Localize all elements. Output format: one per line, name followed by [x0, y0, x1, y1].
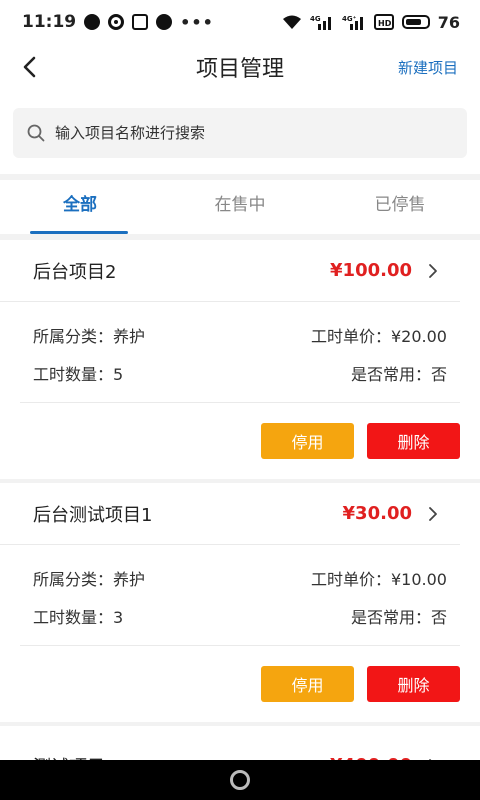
project-details: 所属分类：养护 工时单价：¥10.00 工时数量：3 是否常用：否	[0, 545, 480, 635]
back-arrow-icon[interactable]	[18, 54, 44, 80]
project-common: 是否常用：否	[350, 608, 447, 627]
project-price: ¥100.00	[330, 260, 412, 281]
project-category: 所属分类：养护	[33, 327, 146, 346]
signal-badge-1: 4G	[310, 15, 321, 23]
new-project-button[interactable]: 新建项目	[398, 57, 458, 78]
signal-badge-2: 4G⁺	[342, 15, 357, 23]
project-name: 后台测试项目1	[33, 504, 153, 526]
signal-icon-2: 4G⁺	[342, 15, 363, 30]
search-section	[0, 90, 480, 174]
chat-bubble-icon	[84, 14, 101, 30]
project-hours: 工时数量：3	[33, 608, 124, 627]
hd-icon: HD	[373, 14, 394, 30]
project-card-header[interactable]: 后台项目2 ¥100.00	[0, 240, 460, 302]
tab-on-sale[interactable]: 在售中	[160, 180, 320, 234]
card-actions: 停用 删除	[0, 646, 480, 722]
search-icon	[27, 124, 45, 142]
project-price: ¥30.00	[342, 503, 412, 524]
project-details: 所属分类：养护 工时单价：¥20.00 工时数量：5 是否常用：否	[0, 302, 480, 392]
message-icon	[156, 14, 173, 30]
search-box[interactable]	[13, 108, 467, 158]
more-notifications-icon: •••	[180, 12, 214, 32]
card-actions: 停用 删除	[0, 403, 480, 479]
detail-row: 工时数量：3 是否常用：否	[33, 597, 447, 635]
project-unit-price: 工时单价：¥20.00	[311, 327, 447, 346]
delete-button[interactable]: 删除	[367, 666, 460, 702]
disable-button[interactable]: 停用	[261, 666, 354, 702]
status-time: 11:19	[22, 12, 77, 32]
home-button-icon[interactable]	[230, 770, 250, 790]
project-common: 是否常用：否	[350, 365, 447, 384]
battery-icon	[401, 15, 430, 29]
status-right: 4G 4G⁺ HD 76	[282, 13, 460, 32]
wifi-icon	[282, 15, 301, 29]
search-input[interactable]	[55, 124, 435, 142]
disable-button[interactable]: 停用	[261, 423, 354, 459]
project-name: 后台项目2	[33, 261, 117, 283]
project-category: 所属分类：养护	[33, 570, 146, 589]
project-card: 后台项目2 ¥100.00 所属分类：养护 工时单价：¥20.00 工时数量：5…	[0, 240, 480, 479]
project-hours: 工时数量：5	[33, 365, 124, 384]
tab-discontinued[interactable]: 已停售	[320, 180, 480, 234]
status-left: 11:19 •••	[22, 12, 214, 32]
status-bar: 11:19 ••• 4G 4G⁺ HD 76	[0, 0, 480, 44]
chevron-right-icon[interactable]	[426, 505, 440, 523]
system-nav-bar	[0, 760, 480, 800]
hd-badge: HD	[378, 19, 392, 28]
delete-button[interactable]: 删除	[367, 423, 460, 459]
target-icon	[108, 14, 125, 30]
project-card-header[interactable]: 后台测试项目1 ¥30.00	[0, 483, 460, 545]
project-unit-price: 工时单价：¥10.00	[311, 570, 447, 589]
battery-level: 76	[437, 12, 460, 32]
app-notification-icon	[132, 14, 149, 30]
page-title: 项目管理	[195, 57, 284, 82]
filter-tabs: 全部 在售中 已停售	[0, 180, 480, 234]
project-card: 后台测试项目1 ¥30.00 所属分类：养护 工时单价：¥10.00 工时数量：…	[0, 483, 480, 722]
signal-icon: 4G	[310, 15, 331, 30]
tab-all[interactable]: 全部	[0, 180, 160, 234]
detail-row: 所属分类：养护 工时单价：¥10.00	[33, 559, 447, 597]
nav-bar: 项目管理 新建项目	[0, 44, 480, 90]
detail-row: 所属分类：养护 工时单价：¥20.00	[33, 316, 447, 354]
chevron-right-icon[interactable]	[426, 262, 440, 280]
detail-row: 工时数量：5 是否常用：否	[33, 354, 447, 392]
